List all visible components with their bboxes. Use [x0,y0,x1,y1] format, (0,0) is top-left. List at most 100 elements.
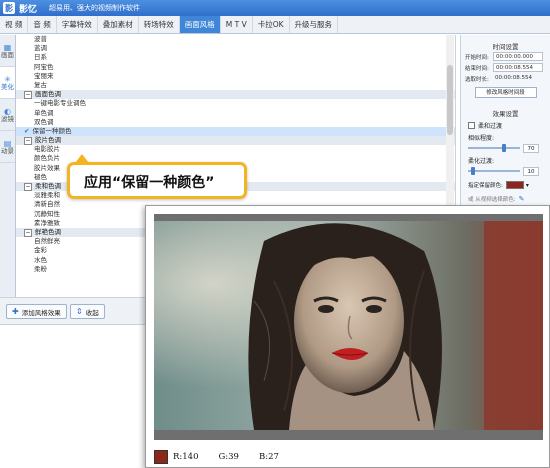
effect-label: 保留一种颜色 [32,126,72,135]
side-tab-label: 美化 [1,82,14,91]
keep-color-label: 指定保留颜色: [468,183,503,189]
pixel-color-readout: R:140 G:39 B:27 [154,449,299,464]
similarity-slider-knob[interactable] [502,144,507,152]
side-tab-2[interactable]: ◐ 滤镜 [0,99,15,131]
menu-tab-6[interactable]: M T V [221,16,253,33]
effect-label: 沉静知性 [34,209,60,218]
chevron-down-icon[interactable]: ▾ [526,182,529,189]
effect-list-item[interactable]: ✔ 保留一种颜色 [16,126,455,137]
menu-tab-1[interactable]: 音 频 [28,16,57,33]
effect-list-item[interactable]: 单色调 [16,109,455,118]
side-tab-label: 动景 [1,146,14,155]
side-tab-1[interactable]: ✳ 美化 [0,67,15,99]
menu-tab-8[interactable]: 升级与服务 [290,16,339,33]
effect-label: 淡雅柔和 [34,191,60,200]
softness-slider-row: 10 [468,166,550,176]
effect-label: 胶片效果 [34,163,60,172]
softness-label: 柔化过渡: [468,158,495,165]
effect-list-item[interactable]: 双色调 [16,118,455,127]
effect-group-header[interactable]: 画面色调 [16,90,455,100]
effect-label: 单色调 [34,108,54,117]
effect-list-item[interactable]: 复古 [16,81,455,90]
softness-slider-knob[interactable] [471,167,476,175]
effect-group-header[interactable]: 胶片色调 [16,136,455,146]
duration-field: 选取时长: 00:00:08.554 [465,73,550,84]
menu-tab-3[interactable]: 叠加素材 [98,16,139,33]
modify-time-button[interactable]: 修改风格时间段 [474,87,537,98]
effect-label: 阿宝色 [34,62,54,71]
effect-list-item[interactable]: 一键电影专业调色 [16,99,455,108]
side-tab-label: 滤镜 [1,114,14,123]
effect-list-item[interactable]: 日系 [16,53,455,62]
duration-value: 00:00:08.554 [495,75,532,81]
callout-annotation: 应用“保留一种颜色” [67,154,247,199]
similarity-slider[interactable] [468,144,520,152]
similarity-spinbox[interactable]: 70 [523,143,539,153]
similarity-slider-row: 70 [468,143,550,153]
checkbox-box[interactable] [468,122,475,129]
effect-label: 清新自然 [34,200,60,209]
sampled-color-swatch [154,449,168,464]
preview-image [154,214,543,440]
time-settings-title: 时间设置 [492,43,519,51]
pick-color-label: 从视频选择颜色: [475,197,516,203]
blue-value: B:27 [258,451,279,462]
effect-label: 鲜艳色调 [35,227,61,236]
end-time-field: 结束时间: 00:00:08.554 [465,62,550,73]
effect-label: 日系 [34,53,47,62]
title-bar: 影 影忆 超易用、强大的视频制作软件 [0,0,550,16]
start-time-input[interactable]: 00:00:00.000 [493,52,543,61]
add-style-effect-label: 添加风格效果 [21,308,61,317]
collapse-icon: ⇕ [76,307,83,316]
keep-color-swatch[interactable] [505,181,524,189]
green-value: G:39 [218,451,239,462]
callout-text: 应用“保留一种颜色” [84,175,215,191]
side-tab-0[interactable]: ▦ 画面 [0,35,15,67]
keep-color-row: 指定保留颜色: ▾ [468,180,550,190]
app-name: 影忆 [19,4,38,15]
collapse-button[interactable]: ⇕ 收起 [70,304,105,319]
side-tab-3[interactable]: ▤ 动景 [0,131,15,163]
effect-list-item[interactable]: 宝丽来 [16,72,455,81]
effect-label: 自然鲜亮 [34,237,60,246]
scrollbar-thumb[interactable] [447,65,453,135]
effect-label: 素净雅致 [34,218,60,227]
effect-label: 波普 [34,35,47,43]
portrait-photo [154,221,543,430]
effect-label: 柔粉 [34,264,47,273]
similarity-label: 相似程度: [468,135,495,142]
side-tab-label: 画面 [1,50,14,59]
soft-transition-checkbox[interactable]: 柔和过渡 [468,121,550,130]
duration-label: 选取时长: [465,76,489,83]
effect-list-item[interactable]: 波普 [16,35,455,44]
pick-prefix: 或 [468,197,474,203]
effect-label: 水色 [34,255,47,264]
effect-label: 颜色负片 [34,154,60,163]
collapse-label: 收起 [85,308,99,317]
menu-tab-0[interactable]: 视 频 [0,16,29,33]
effect-label: 柔和色调 [35,182,61,190]
end-time-label: 结束时间: [465,65,489,72]
effect-settings-title: 效果设置 [492,110,519,118]
effect-label: 一键电影专业调色 [34,99,86,108]
menu-tab-7[interactable]: 卡拉OK [253,16,290,33]
end-time-input[interactable]: 00:00:08.554 [493,63,543,72]
add-effect-icon: ✚ [12,307,19,316]
softness-slider[interactable] [468,167,520,175]
effect-label: 胶片色调 [35,136,61,145]
softness-spinbox[interactable]: 10 [523,166,539,176]
effect-label: 双色调 [34,117,54,126]
effect-list-item[interactable]: 阿宝色 [16,63,455,72]
menu-tab-5[interactable]: 画面风格 [179,16,221,33]
eyedropper-icon[interactable]: ✎ [519,195,525,203]
effect-label: 蓝调 [34,44,47,53]
add-style-effect-button[interactable]: ✚ 添加风格效果 [6,304,67,319]
app-slogan: 超易用、强大的视频制作软件 [49,4,141,12]
effect-label: 褪色 [34,172,47,181]
soft-transition-label: 柔和过渡 [478,123,503,130]
effect-list-item[interactable]: 蓝调 [16,44,455,53]
pick-color-row: 或 从视频选择颜色: ✎ [468,194,550,204]
menu-tab-4[interactable]: 转场特效 [139,16,180,33]
side-tab-strip: ▦ 画面 ✳ 美化 ◐ 滤镜 ▤ 动景 [0,35,16,325]
menu-tab-2[interactable]: 字幕特效 [57,16,98,33]
